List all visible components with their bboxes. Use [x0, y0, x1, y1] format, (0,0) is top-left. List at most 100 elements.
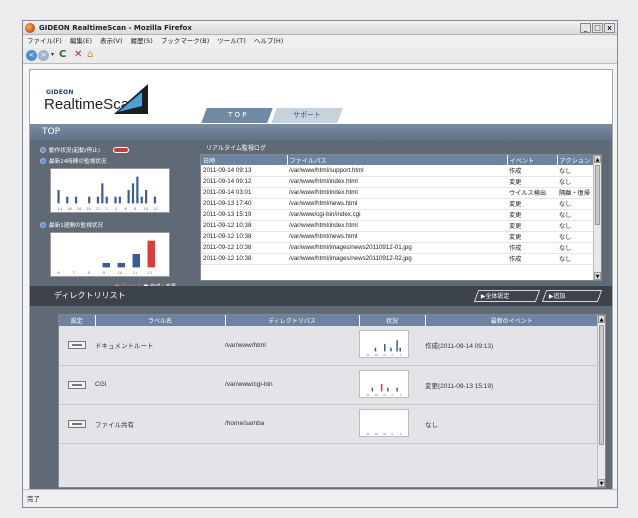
menu-history[interactable]: 履歴(S) [131, 35, 153, 48]
tab-top[interactable]: T O P [201, 108, 273, 123]
log-cell-date: 2011-09-12 10:38 [201, 253, 287, 265]
chart-tick: 8 [87, 270, 90, 275]
log-cell-event: 変更 [507, 220, 557, 232]
dir-row[interactable]: ドキュメントルート/var/www/html 24 18 12 6 0 作成(2011-09… [59, 326, 599, 366]
log-cell-date: 2011-09-13 15:19 [201, 209, 287, 221]
dir-row[interactable]: ファイル共有/home/samba 24 18 12 6 0 なし [59, 404, 599, 444]
chart-bar [118, 196, 121, 204]
chartweek-row: 最新1週間の監視状況 [40, 219, 182, 230]
log-cell-date: 2011-09-14 09:13 [201, 165, 287, 177]
chart-tick: 16 [67, 206, 72, 211]
log-cell-path: /var/www/html/images/news20110912-01.jpg [287, 242, 507, 254]
log-row[interactable]: 2011-09-14 03:01/var/www/html/index.html… [201, 187, 595, 199]
forward-icon[interactable]: > [38, 50, 49, 61]
close-button[interactable]: x [604, 23, 615, 33]
menu-bookmarks[interactable]: ブックマーク(B) [161, 35, 210, 48]
log-cell-event: 作成 [507, 253, 557, 265]
menu-tools[interactable]: ツール(T) [217, 35, 246, 48]
scroll-down-icon[interactable]: ▼ [598, 479, 605, 487]
menu-file[interactable]: ファイル(F) [27, 35, 62, 48]
minimize-button[interactable]: _ [580, 23, 591, 33]
log-cell-event: ウイルス検出 [507, 187, 557, 199]
log-row[interactable]: 2011-09-14 09:12/var/www/html/index.html… [201, 176, 595, 188]
chart-week: 6 7 8 9 10 11 12 [50, 232, 170, 277]
log-cell-path: /var/www/html/news.html [287, 231, 507, 243]
history-dropdown-icon[interactable]: ▾ [51, 51, 54, 58]
spark-tick: 12 [383, 353, 387, 357]
log-cell-date: 2011-09-14 09:12 [201, 176, 287, 188]
scroll-thumb[interactable] [599, 325, 604, 445]
log-row[interactable]: 2011-09-12 10:38/var/www/html/images/new… [201, 253, 595, 265]
settings-toggle[interactable] [68, 380, 86, 389]
log-row[interactable]: 2011-09-12 10:38/var/www/html/index.html… [201, 220, 595, 232]
log-table-container: 日時 ファイルパス イベント アクション 2011-09-14 09:13/va… [200, 154, 602, 281]
dir-row[interactable]: CGI/var/www/cgi-bin 24 18 12 6 0 変更(2011-09-13… [59, 365, 599, 405]
global-settings-button[interactable]: ▶全体設定 [473, 290, 541, 302]
add-button[interactable]: ▶追加 [541, 290, 603, 302]
nav-bar: < > ▾ C ✕ ⌂ [23, 48, 617, 64]
menu-help[interactable]: ヘルプ(H) [254, 35, 283, 48]
chart-bar [102, 262, 110, 268]
log-row[interactable]: 2011-09-14 09:13/var/www/html/support.ht… [201, 165, 595, 177]
menu-edit[interactable]: 編集(E) [70, 35, 92, 48]
brand-small: GIDEON [46, 89, 74, 96]
log-row[interactable]: 2011-09-13 15:19/var/www/cgi-bin/index.c… [201, 209, 595, 221]
dirlist-table-container: 設定 ラベル名 ディレクトリパス 状況 最新のイベント ドキュメントルート/va… [58, 314, 606, 488]
reload-icon[interactable]: C [59, 49, 66, 60]
spark-bar [380, 383, 383, 391]
tab-support[interactable]: サポート [271, 108, 343, 123]
log-cell-date: 2011-09-12 10:38 [201, 231, 287, 243]
monitor-summary: 動作状況(起動/停止) 最新24時間の監視状況 14 16 18 20 22 2 4 6 8 10… [40, 144, 182, 292]
chart-tick: 8 [134, 206, 137, 211]
log-scrollbar[interactable]: ▲ ▼ [593, 155, 601, 280]
log-cell-event: 作成 [507, 242, 557, 254]
scroll-down-icon[interactable]: ▼ [594, 272, 601, 280]
chart-bar [57, 190, 60, 204]
spark-tick: 18 [375, 353, 379, 357]
log-row[interactable]: 2011-09-13 17:40/var/www/html/news.html 変… [201, 198, 595, 210]
settings-toggle[interactable] [68, 419, 86, 428]
chart-bar [117, 262, 126, 268]
scroll-up-icon[interactable]: ▲ [594, 155, 601, 163]
spark-tick: 0 [400, 393, 402, 397]
dir-cell-settings [59, 404, 95, 444]
menu-view[interactable]: 表示(V) [100, 35, 123, 48]
log-cell-action: なし [557, 176, 595, 188]
chart24-label: 最新24時間の監視状況 [49, 158, 107, 165]
maximize-button[interactable]: □ [592, 23, 603, 33]
power-toggle[interactable] [113, 146, 129, 153]
dir-cell-status: 24 18 12 6 0 [359, 326, 425, 366]
dir-cell-event: 変更(2011-09-13 15:19) [425, 365, 599, 405]
chart-tick: 22 [96, 206, 101, 211]
dirlist-scrollbar[interactable]: ▲ ▼ [597, 315, 605, 487]
dir-header-label: ラベル名 [95, 315, 226, 326]
status-sparkline: 24 18 12 6 0 [359, 369, 409, 398]
chart-tick: 4 [115, 206, 118, 211]
spark-bar [387, 387, 389, 391]
stop-icon[interactable]: ✕ [74, 49, 82, 60]
dir-cell-path: /var/www/html [225, 326, 359, 366]
log-row[interactable]: 2011-09-12 10:38/var/www/html/news.html 変… [201, 231, 595, 243]
dir-header-status: 状況 [359, 315, 426, 326]
chart-bar [132, 254, 141, 268]
log-header-date: 日時 [201, 155, 288, 165]
log-cell-date: 2011-09-12 10:38 [201, 220, 287, 232]
log-cell-path: /var/www/html/index.html [287, 176, 507, 188]
dirlist-title: ディレクトリリスト [54, 291, 126, 300]
spark-tick: 0 [400, 353, 402, 357]
back-icon[interactable]: < [26, 50, 37, 61]
log-cell-date: 2011-09-13 17:40 [201, 198, 287, 210]
scroll-up-icon[interactable]: ▲ [598, 315, 605, 323]
log-table: 日時 ファイルパス イベント アクション 2011-09-14 09:13/va… [201, 155, 595, 265]
log-header-event: イベント [507, 155, 558, 165]
spark-tick: 6 [391, 353, 393, 357]
settings-toggle[interactable] [68, 341, 86, 350]
chart-bar [66, 196, 69, 204]
scroll-thumb[interactable] [595, 165, 600, 225]
home-icon[interactable]: ⌂ [87, 49, 93, 60]
log-cell-event: 変更 [507, 231, 557, 243]
dir-cell-settings [59, 326, 95, 366]
monitor-section: 動作状況(起動/停止) 最新24時間の監視状況 14 16 18 20 22 2 4 6 8 10… [30, 140, 612, 290]
dirlist-table: 設定 ラベル名 ディレクトリパス 状況 最新のイベント ドキュメントルート/va… [59, 315, 599, 444]
log-row[interactable]: 2011-09-12 10:38/var/www/html/images/new… [201, 242, 595, 254]
